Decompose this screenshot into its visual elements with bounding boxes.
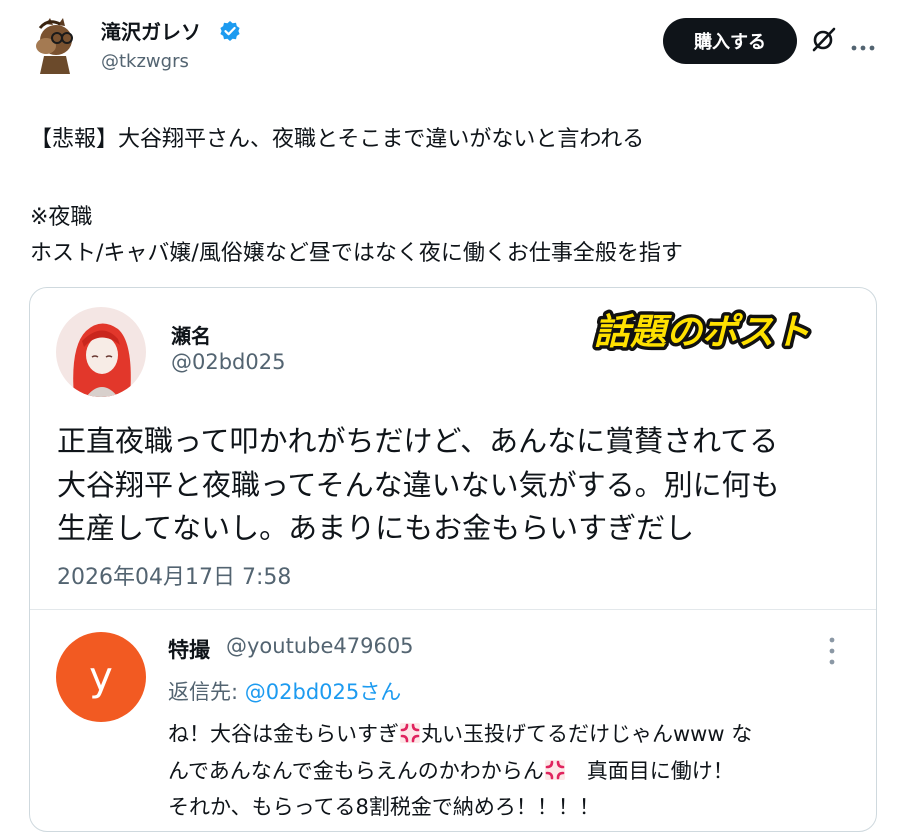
reply-to-prefix: 返信先: [168,680,245,704]
post-text-line: ※夜職 [30,205,93,230]
quote-text-line: 正直夜職って叩かれがちだけど、あんなに賞賛されてる [57,424,779,458]
anger-symbol-icon [400,723,420,743]
quote-author-name[interactable]: 瀬名 [171,320,211,349]
horse-mascot-icon [36,18,73,74]
post-text-line: ホスト/キャバ嬢/風俗嬢など昼ではなく夜に働くお仕事全般を指す [30,241,683,266]
quote-author-handle[interactable]: @02bd025 [171,350,285,374]
reply-text-segment: 丸い玉投げてるだけじゃんwww な [421,722,753,746]
reply-author-name[interactable]: 特撮 [168,634,210,664]
reply-to-line: 返信先: @02bd025さん [168,676,401,706]
grok-icon[interactable] [810,25,838,53]
post-text-line: 【悲報】大谷翔平さん、夜職とそこまで違いがないと言われる [30,127,645,152]
trending-post-badge: 話題のポスト [572,306,832,357]
quote-text-line: 生産してないし。あまりにもお金もらいすぎだし [57,511,695,545]
reply-author-avatar[interactable]: y [56,632,146,722]
reply-text-line: それか、もらってる8割税金で納めろ！！！！ [168,795,600,819]
reply-text-segment: ね！大谷は金もらいすぎ [168,722,399,746]
anger-symbol-icon [544,760,565,780]
quote-text-line: 大谷翔平と夜職ってそんな違いない気がする。別に何も [57,468,780,502]
reply-text-line: んであんなんで金もらえんのかわからん 真面目に働け！ [168,755,734,785]
divider [30,609,876,610]
quote-author-avatar[interactable] [56,307,146,397]
verified-badge-icon [219,20,241,42]
reply-text-segment: 真面目に働け！ [565,759,734,783]
reply-text-line: ね！大谷は金もらいすぎ 丸い玉投げてるだけじゃんwww な [168,718,752,748]
more-vertical-icon[interactable] [827,635,837,667]
quote-timestamp[interactable]: 2026年04月17日 7:58 [57,559,291,591]
author-handle[interactable]: @tkzwgrs [101,51,189,72]
author-avatar[interactable] [30,16,80,76]
more-horizontal-icon[interactable] [850,37,876,51]
buy-button[interactable]: 購入する [663,18,797,64]
trending-post-badge-text: 話題のポスト [594,312,810,353]
author-name[interactable]: 滝沢ガレソ [101,16,201,45]
reply-to-mention-link[interactable]: @02bd025さん [245,680,401,704]
reply-author-handle[interactable]: @youtube479605 [226,634,414,658]
reply-text-segment: んであんなんで金もらえんのかわからん [168,759,544,783]
